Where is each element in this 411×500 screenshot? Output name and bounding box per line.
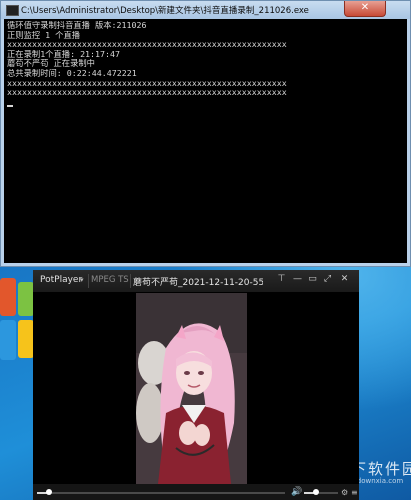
player-close-button[interactable]: ✕ — [339, 274, 350, 284]
console-line: 正则监控 1 个直播 — [7, 30, 81, 40]
console-app-icon — [6, 5, 19, 16]
volume-slider[interactable] — [304, 492, 338, 494]
console-titlebar[interactable]: C:\Users\Administrator\Desktop\新建文件夹\抖音直… — [1, 1, 410, 19]
player-titlebar[interactable]: PotPlayer ▾ MPEG TS 蘑苟不严苟_2021-12-11-20-… — [33, 270, 359, 293]
volume-handle[interactable] — [312, 489, 319, 495]
console-line: 循环值守录制抖音直播 版本:211026 — [7, 21, 147, 30]
console-cursor-line — [7, 98, 405, 108]
console-lines: 循环值守录制抖音直播 版本:211026 正则监控 1 个直播 xxxxxxxx… — [7, 21, 405, 108]
video-area[interactable] — [33, 293, 359, 484]
title-divider — [88, 274, 89, 288]
windows-flag-logo — [0, 278, 34, 363]
console-output[interactable]: 循环值守录制抖音直播 版本:211026 正则监控 1 个直播 xxxxxxxx… — [4, 19, 407, 263]
player-filename: 蘑苟不严苟_2021-12-11-20-55-05.ts — [133, 278, 263, 288]
potplayer-window: PotPlayer ▾ MPEG TS 蘑苟不严苟_2021-12-11-20-… — [33, 270, 359, 500]
pin-icon[interactable]: ⊤ — [276, 274, 287, 284]
console-window: C:\Users\Administrator\Desktop\新建文件夹\抖音直… — [0, 0, 411, 267]
console-title: C:\Users\Administrator\Desktop\新建文件夹\抖音直… — [21, 6, 309, 16]
minimize-button[interactable]: — — [292, 274, 303, 284]
console-line: 正在录制1个直播: 21:17:47 — [7, 49, 121, 59]
console-line: xxxxxxxxxxxxxxxxxxxxxxxxxxxxxxxxxxxxxxxx… — [7, 78, 287, 88]
text-cursor — [7, 105, 13, 108]
volume-icon[interactable]: 🔊 — [291, 487, 302, 497]
fullscreen-button[interactable]: ⤢ — [322, 274, 333, 284]
video-scene-image — [136, 293, 247, 484]
console-line: 总共录制时间: 0:22:44.472221 — [7, 68, 137, 78]
seek-bar[interactable] — [37, 492, 285, 494]
console-line: xxxxxxxxxxxxxxxxxxxxxxxxxxxxxxxxxxxxxxxx… — [7, 40, 287, 50]
restore-button[interactable]: ▭ — [307, 274, 318, 284]
settings-icon[interactable]: ⚙ — [341, 488, 348, 497]
playlist-icon[interactable]: ≡ — [351, 488, 358, 497]
video-frame — [136, 293, 247, 484]
seek-handle[interactable] — [46, 489, 53, 495]
player-control-bar: 🔊 ⚙ ≡ — [33, 484, 359, 500]
title-divider — [130, 274, 131, 288]
console-close-button[interactable]: ✕ — [344, 1, 386, 17]
console-line: xxxxxxxxxxxxxxxxxxxxxxxxxxxxxxxxxxxxxxxx… — [7, 88, 287, 98]
format-tab[interactable]: MPEG TS — [91, 275, 129, 285]
console-line: 蘑苟不严苟 正在录制中 — [7, 59, 95, 69]
player-menu-button[interactable]: PotPlayer — [40, 275, 82, 285]
menu-caret-icon[interactable]: ▾ — [80, 276, 84, 284]
